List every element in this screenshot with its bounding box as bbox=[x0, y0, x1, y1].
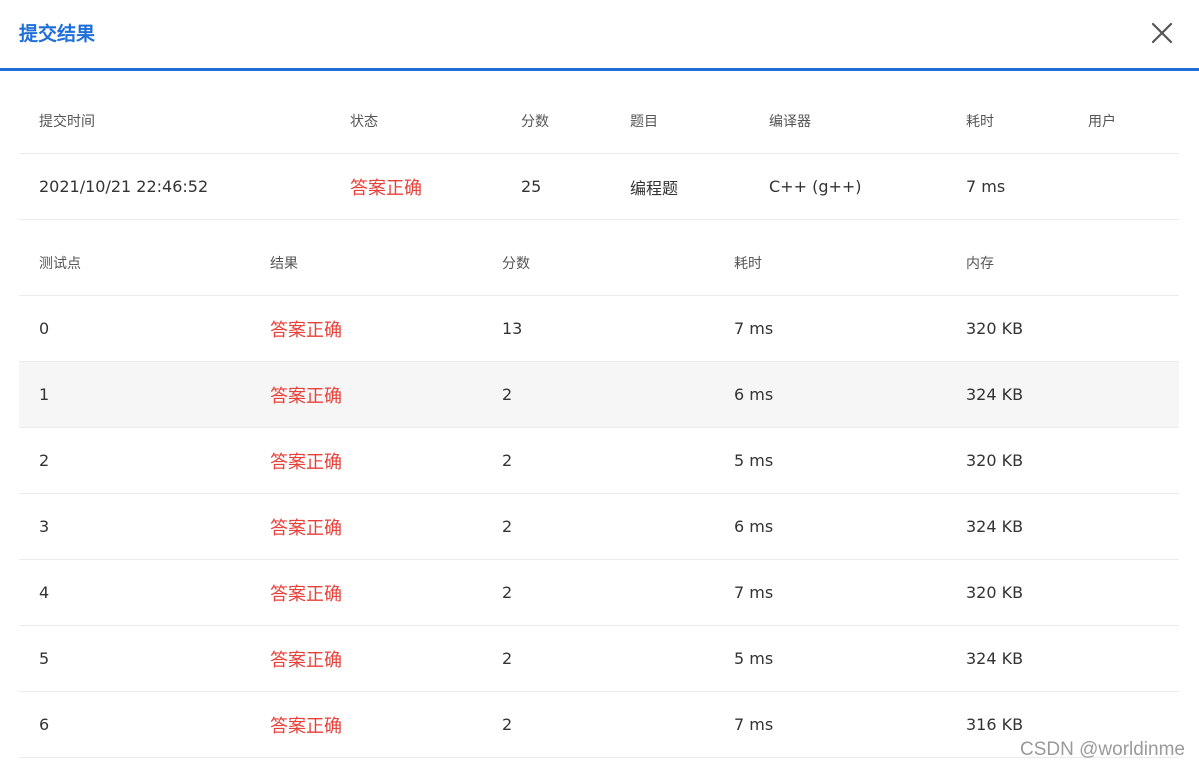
testcase-id: 0 bbox=[39, 319, 50, 338]
header-testcase-time: 耗时 bbox=[734, 255, 762, 272]
testcase-memory: 320 KB bbox=[966, 451, 1024, 470]
summary-row: 2021/10/21 22:46:52 答案正确 25 编程题 C++ (g++… bbox=[19, 154, 1179, 220]
header-testcase-score: 分数 bbox=[502, 255, 530, 272]
testcase-memory: 316 KB bbox=[966, 715, 1024, 734]
header-submit-time: 提交时间 bbox=[39, 113, 95, 130]
testcase-row: 3 答案正确 2 6 ms 324 KB bbox=[19, 494, 1179, 560]
submission-duration: 7 ms bbox=[966, 177, 1006, 196]
header-status: 状态 bbox=[350, 113, 378, 130]
header-result: 结果 bbox=[270, 255, 298, 272]
testcase-time: 5 ms bbox=[734, 451, 774, 470]
header-memory: 内存 bbox=[966, 255, 994, 272]
header-compiler: 编译器 bbox=[769, 113, 811, 130]
testcase-row: 4 答案正确 2 7 ms 320 KB bbox=[19, 560, 1179, 626]
testcase-score: 2 bbox=[502, 451, 513, 470]
testcase-id: 4 bbox=[39, 583, 50, 602]
testcase-row: 5 答案正确 2 5 ms 324 KB bbox=[19, 626, 1179, 692]
testcase-time: 6 ms bbox=[734, 517, 774, 536]
header-problem: 题目 bbox=[630, 113, 658, 130]
testcase-row: 1 答案正确 2 6 ms 324 KB bbox=[19, 362, 1179, 428]
header-testcase: 测试点 bbox=[39, 255, 81, 272]
testcase-id: 2 bbox=[39, 451, 50, 470]
watermark: CSDN @worldinme bbox=[1020, 739, 1185, 760]
testcase-time: 6 ms bbox=[734, 385, 774, 404]
testcase-score: 2 bbox=[502, 715, 513, 734]
testcase-id: 1 bbox=[39, 385, 50, 404]
close-button[interactable] bbox=[1148, 19, 1176, 47]
testcase-score: 2 bbox=[502, 385, 513, 404]
testcase-memory: 324 KB bbox=[966, 517, 1024, 536]
testcase-memory: 320 KB bbox=[966, 583, 1024, 602]
summary-header-row: 提交时间 状态 分数 题目 编译器 耗时 用户 bbox=[19, 88, 1179, 154]
dialog-header: 提交结果 bbox=[0, 0, 1199, 71]
testcase-row: 2 答案正确 2 5 ms 320 KB bbox=[19, 428, 1179, 494]
testcase-time: 7 ms bbox=[734, 715, 774, 734]
submission-status: 答案正确 bbox=[350, 177, 422, 199]
testcase-result: 答案正确 bbox=[270, 649, 342, 671]
testcase-memory: 324 KB bbox=[966, 385, 1024, 404]
summary-table: 提交时间 状态 分数 题目 编译器 耗时 用户 2021/10/21 22:46… bbox=[19, 88, 1179, 220]
submit-time: 2021/10/21 22:46:52 bbox=[39, 177, 209, 196]
submission-score: 25 bbox=[521, 177, 542, 196]
testcase-id: 5 bbox=[39, 649, 50, 668]
compiler-name: C++ (g++) bbox=[769, 177, 862, 196]
testcase-score: 2 bbox=[502, 649, 513, 668]
header-score: 分数 bbox=[521, 113, 549, 130]
testcase-row: 6 答案正确 2 7 ms 316 KB bbox=[19, 692, 1179, 758]
submission-result-dialog: 提交结果 提交时间 状态 分数 题目 编译器 耗时 用户 2021/10/21 … bbox=[0, 0, 1199, 769]
testcase-result: 答案正确 bbox=[270, 319, 342, 341]
header-duration: 耗时 bbox=[966, 113, 994, 130]
testcase-result: 答案正确 bbox=[270, 385, 342, 407]
testcase-score: 2 bbox=[502, 583, 513, 602]
testcase-memory: 324 KB bbox=[966, 649, 1024, 668]
testcase-header-row: 测试点 结果 分数 耗时 内存 bbox=[19, 230, 1179, 296]
testcase-result: 答案正确 bbox=[270, 583, 342, 605]
header-user: 用户 bbox=[1088, 113, 1116, 130]
dialog-title: 提交结果 bbox=[19, 23, 96, 45]
testcase-memory: 320 KB bbox=[966, 319, 1024, 338]
testcase-row: 0 答案正确 13 7 ms 320 KB bbox=[19, 296, 1179, 362]
testcase-score: 2 bbox=[502, 517, 513, 536]
testcase-result: 答案正确 bbox=[270, 451, 342, 473]
testcase-table: 测试点 结果 分数 耗时 内存 0 答案正确 13 7 ms 320 KB 1 … bbox=[19, 230, 1179, 758]
testcase-result: 答案正确 bbox=[270, 517, 342, 539]
close-icon bbox=[1151, 22, 1173, 44]
testcase-result: 答案正确 bbox=[270, 715, 342, 737]
problem-link[interactable]: 编程题 bbox=[630, 154, 678, 219]
testcase-id: 3 bbox=[39, 517, 50, 536]
testcase-id: 6 bbox=[39, 715, 50, 734]
testcase-time: 7 ms bbox=[734, 583, 774, 602]
testcase-time: 5 ms bbox=[734, 649, 774, 668]
testcase-score: 13 bbox=[502, 319, 523, 338]
testcase-time: 7 ms bbox=[734, 319, 774, 338]
